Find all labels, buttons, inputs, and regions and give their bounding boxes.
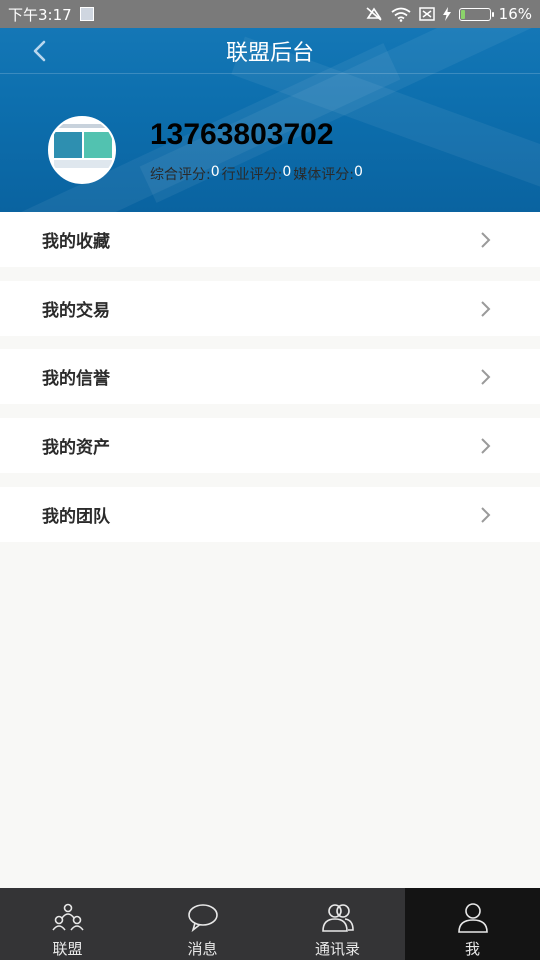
- industry-score-label: 行业评分:: [221, 167, 283, 183]
- page-title: 联盟后台: [225, 40, 314, 66]
- tab-label: 通讯录: [314, 940, 360, 958]
- media-score-value: 0: [354, 164, 363, 180]
- menu-item-label: 我的交易: [42, 301, 110, 321]
- menu-item-assets[interactable]: 我的资产: [0, 418, 540, 473]
- chat-icon: [187, 904, 218, 933]
- chevron-right-icon: [481, 232, 491, 248]
- tab-contacts[interactable]: 通讯录: [270, 888, 405, 960]
- title-bar: 联盟后台: [0, 28, 540, 74]
- battery-icon: [458, 7, 494, 21]
- notification-icon: [79, 7, 94, 21]
- avatar[interactable]: [48, 116, 116, 184]
- wifi-icon: [391, 7, 411, 22]
- status-bar: 下午3:17 16%: [0, 0, 540, 28]
- tab-label: 联盟: [52, 940, 83, 958]
- status-time: 下午3:17: [8, 5, 72, 24]
- menu-item-transactions[interactable]: 我的交易: [0, 281, 540, 336]
- menu-item-label: 我的收藏: [42, 232, 110, 252]
- back-icon[interactable]: [30, 40, 50, 62]
- profile-header: 联盟后台 13763803702 综合评分: 0 行业评分: 0 媒体评分: 0: [0, 28, 540, 212]
- mute-vibrate-icon: [366, 7, 382, 21]
- score-summary: 综合评分: 0 行业评分: 0 媒体评分: 0: [150, 164, 365, 184]
- contacts-icon: [321, 904, 354, 932]
- team-icon: [51, 903, 84, 931]
- chevron-right-icon: [481, 369, 491, 385]
- menu-item-label: 我的资产: [42, 438, 110, 458]
- overall-score-label: 综合评分:: [150, 167, 211, 183]
- menu-item-credit[interactable]: 我的信誉: [0, 349, 540, 404]
- menu-item-favorites[interactable]: 我的收藏: [0, 212, 540, 267]
- tab-me[interactable]: 我: [405, 888, 540, 960]
- media-score-label: 媒体评分:: [293, 167, 354, 183]
- menu-item-label: 我的团队: [42, 507, 110, 527]
- overall-score-value: 0: [210, 164, 220, 180]
- chevron-right-icon: [481, 507, 491, 523]
- menu-item-label: 我的信誉: [42, 369, 110, 389]
- tab-messages[interactable]: 消息: [135, 888, 270, 960]
- battery-percent: 16%: [498, 5, 532, 23]
- chevron-right-icon: [481, 438, 491, 454]
- user-phone: 13763803702: [150, 118, 334, 151]
- charging-icon: [442, 7, 451, 21]
- menu-item-team[interactable]: 我的团队: [0, 487, 540, 542]
- tab-alliance[interactable]: 联盟: [0, 888, 135, 960]
- chevron-right-icon: [481, 301, 491, 317]
- industry-score-value: 0: [282, 164, 292, 180]
- tab-label: 消息: [187, 940, 218, 958]
- no-sim-icon: [418, 7, 435, 21]
- tab-label: 我: [464, 940, 480, 958]
- person-icon: [457, 903, 488, 933]
- bottom-tab-bar: 联盟 消息 通讯录 我: [0, 888, 540, 960]
